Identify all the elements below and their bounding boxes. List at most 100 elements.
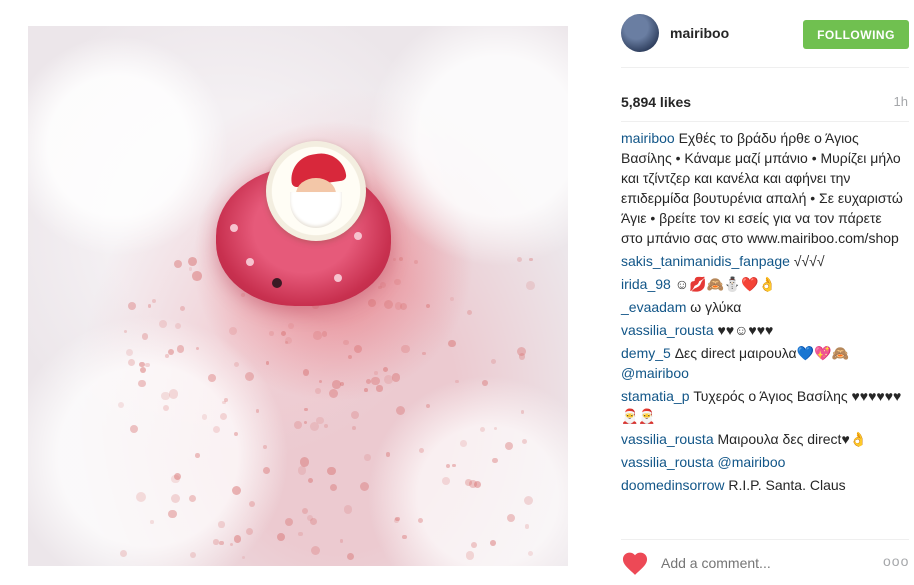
foam-bubble xyxy=(455,379,459,384)
foam-bubble xyxy=(189,551,196,558)
foam-bubble xyxy=(288,322,294,329)
foam-bubble xyxy=(466,551,475,560)
foam-bubble xyxy=(351,426,356,430)
avatar[interactable] xyxy=(621,14,659,52)
comment-username[interactable]: vassilia_rousta xyxy=(621,431,714,447)
foam-bubble xyxy=(492,457,498,464)
foam-bubble xyxy=(422,351,426,356)
foam-bubble xyxy=(315,416,324,425)
comment-username[interactable]: demy_5 xyxy=(621,345,671,361)
foam-bubble xyxy=(263,467,270,475)
comment-item: vassilia_rousta ♥♥☺♥♥♥ xyxy=(621,320,907,340)
foam-bubble xyxy=(255,409,260,413)
foam-bubble xyxy=(466,309,473,315)
foam-bubble xyxy=(213,539,219,545)
comment-username[interactable]: _evaadam xyxy=(621,299,686,315)
foam-bubble xyxy=(139,361,145,367)
comment-username[interactable]: vassilia_rousta xyxy=(621,322,714,338)
foam-bubble xyxy=(368,299,376,307)
foam-bubble xyxy=(417,517,424,524)
more-options-icon[interactable]: ooo xyxy=(883,553,909,569)
comment-username[interactable]: stamatia_p xyxy=(621,388,689,404)
foam-bubble xyxy=(468,480,477,488)
foam-bubble xyxy=(359,481,370,491)
foam-bubble xyxy=(298,532,303,537)
foam-bubble xyxy=(244,371,254,382)
comment-text: R.I.P. Santa. Claus xyxy=(728,477,846,493)
foam-bubble xyxy=(269,331,274,336)
following-button[interactable]: FOLLOWING xyxy=(803,20,909,49)
comment-username[interactable]: irida_98 xyxy=(621,276,671,292)
comment-mention[interactable]: @mairiboo xyxy=(621,365,689,381)
foam-bubble xyxy=(401,344,410,354)
comment-text: Μαιρουλα δες direct♥👌 xyxy=(717,431,868,447)
comment-mention[interactable]: @mairiboo xyxy=(718,454,786,470)
foam-bubble xyxy=(284,518,293,527)
foam-bubble xyxy=(298,466,307,475)
foam-bubble xyxy=(339,538,344,543)
post-username[interactable]: mairiboo xyxy=(670,25,729,41)
foam-bubble xyxy=(313,331,322,340)
heart-icon[interactable] xyxy=(620,550,650,576)
foam-bubble xyxy=(385,452,390,457)
foam-bubble xyxy=(327,466,336,476)
foam-bubble xyxy=(218,521,225,528)
foam-bubble xyxy=(262,445,267,449)
comment-item: _evaadam ω γλύκα xyxy=(621,297,907,317)
foam-bubble xyxy=(161,392,170,401)
comment-item: demy_5 Δες direct μαιρουλα💙💖🙈 @mairiboo xyxy=(621,343,907,383)
comment-username[interactable]: vassilia_rousta xyxy=(621,454,714,470)
comment-text: ☺︎💋🙈⛄❤️👌 xyxy=(674,276,777,292)
comment-text: Δες direct μαιρουλα💙💖🙈 xyxy=(674,345,849,361)
foam-bubble xyxy=(307,477,313,484)
foam-bubble xyxy=(323,424,328,429)
comment-item: vassilia_rousta @mairiboo xyxy=(621,452,907,472)
foam-bubble xyxy=(350,410,360,419)
foam-bubble xyxy=(330,483,338,491)
foam-bubble xyxy=(347,355,352,360)
foam-bubble xyxy=(376,385,383,392)
foam-bubble xyxy=(176,345,185,353)
foam-bubble xyxy=(119,549,127,557)
foam-bubble xyxy=(374,371,378,375)
post-photo[interactable] xyxy=(28,26,568,566)
foam-bubble xyxy=(230,542,234,546)
foam-bubble xyxy=(162,404,169,411)
foam-bubble xyxy=(394,518,399,523)
likes-count[interactable]: 5,894 likes xyxy=(621,94,691,110)
foam-bubble xyxy=(315,388,321,394)
comment-username[interactable]: sakis_tanimanidis_fanpage xyxy=(621,253,790,269)
foam-bubble xyxy=(219,540,224,546)
foam-bubble xyxy=(265,361,270,365)
foam-bubble xyxy=(402,534,407,540)
foam-bubble xyxy=(150,520,154,524)
caption-username[interactable]: mairiboo xyxy=(621,130,675,146)
foam-bubble xyxy=(448,339,456,348)
comment-item: stamatia_p Τυχερός ο Άγιος Βασίλης ♥♥♥♥♥… xyxy=(621,386,907,426)
foam-bubble xyxy=(524,524,530,529)
foam-bubble xyxy=(332,380,341,389)
foam-bubble xyxy=(138,379,146,388)
foam-bubble xyxy=(371,376,380,385)
likes-divider xyxy=(621,121,909,122)
comment-username[interactable]: doomedinsorrow xyxy=(621,477,725,493)
foam-bubble xyxy=(195,453,200,458)
foam-bubble xyxy=(516,256,523,262)
foam-bubble xyxy=(470,542,477,548)
foam-bubble xyxy=(170,493,180,504)
foam-bubble xyxy=(460,440,467,448)
foam-bubble xyxy=(516,347,526,357)
foam-bubble xyxy=(482,380,488,386)
foam-bubble xyxy=(144,362,150,368)
comment-item: doomedinsorrow R.I.P. Santa. Claus xyxy=(621,475,907,495)
foam-bubble xyxy=(364,454,371,461)
foam-bubble xyxy=(365,379,371,385)
foam-bubble xyxy=(419,447,424,453)
foam-bubble xyxy=(364,388,368,392)
foam-bubble xyxy=(425,304,430,308)
add-comment-input[interactable] xyxy=(659,551,863,575)
foam-bubble xyxy=(219,412,227,420)
comment-item: sakis_tanimanidis_fanpage √√√√ xyxy=(621,251,907,271)
foam-bubble xyxy=(526,280,536,290)
caption-text: Εχθές το βράδυ ήρθε ο Άγιος Βασίλης • Κά… xyxy=(621,130,903,246)
